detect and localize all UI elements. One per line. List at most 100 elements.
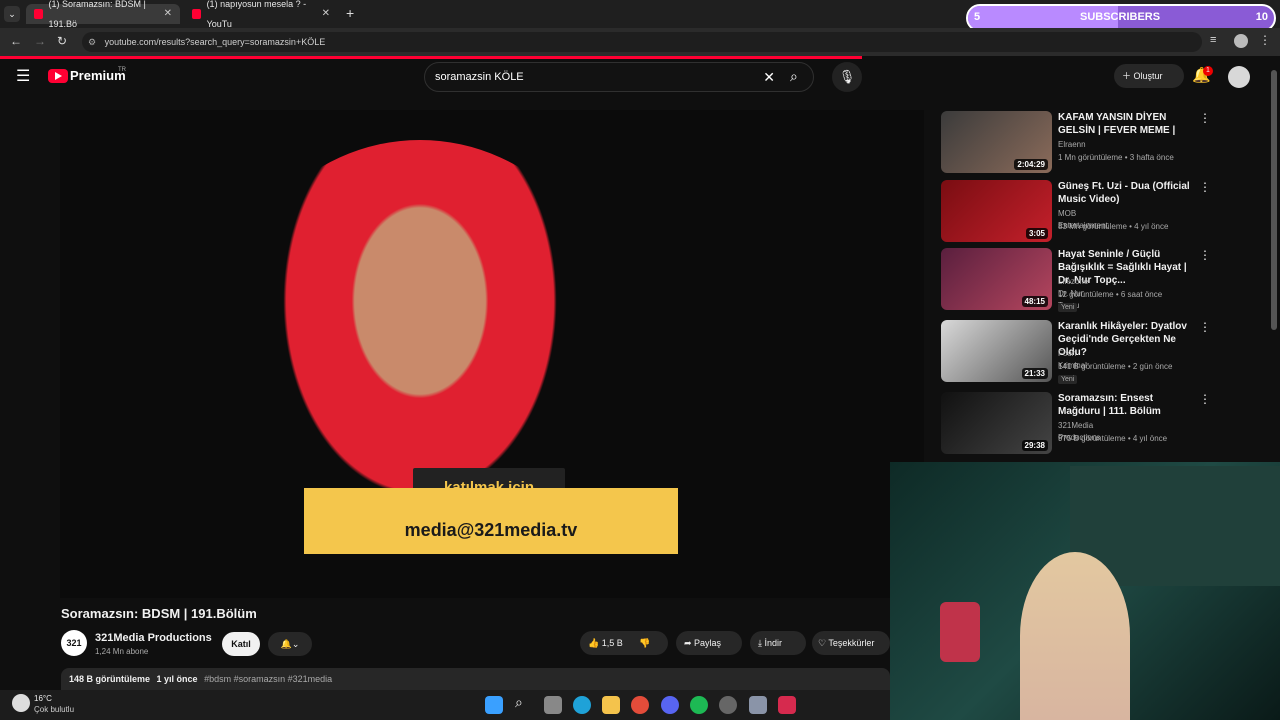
bell-icon: 🔔⌄ bbox=[280, 639, 300, 649]
video-thumbnail[interactable]: 48:15 bbox=[941, 248, 1052, 310]
file-explorer-icon[interactable] bbox=[602, 696, 620, 714]
video-thumbnail[interactable]: 29:38 bbox=[941, 392, 1052, 454]
youtube-logo-icon[interactable] bbox=[48, 69, 68, 83]
rec-title[interactable]: KAFAM YANSIN DİYEN GELSİN | FEVER MEME | bbox=[1058, 111, 1196, 137]
webcam-overlay bbox=[890, 462, 1280, 720]
region-code: TR bbox=[118, 67, 126, 73]
tab-search-button[interactable]: ⌄ bbox=[4, 6, 20, 22]
close-icon[interactable]: ✕ bbox=[164, 4, 172, 24]
duration-badge: 29:38 bbox=[1021, 440, 1048, 451]
upload-age: 1 yıl önce bbox=[156, 674, 198, 684]
download-label: İndir bbox=[764, 638, 782, 648]
duration-badge: 48:15 bbox=[1021, 296, 1048, 307]
create-button[interactable]: ＋ Oluştur bbox=[1114, 64, 1184, 88]
close-icon[interactable]: ✕ bbox=[322, 4, 330, 24]
new-tab-icon[interactable]: + bbox=[346, 5, 354, 21]
subscriber-count: 1,24 Mn abone bbox=[95, 647, 149, 656]
new-badge: Yeni bbox=[1058, 375, 1078, 384]
video-title: Soramazsın: BDSM | 191.Bölüm bbox=[61, 606, 257, 621]
profile-avatar[interactable] bbox=[1234, 34, 1248, 48]
share-icon: ➦ bbox=[684, 638, 695, 648]
app-icon[interactable] bbox=[778, 696, 796, 714]
spotify-icon[interactable] bbox=[690, 696, 708, 714]
like-button[interactable]: 👍 1,5 B bbox=[588, 638, 623, 648]
account-avatar[interactable] bbox=[1228, 66, 1250, 88]
address-bar[interactable]: ⚙ youtube.com/results?search_query=soram… bbox=[82, 32, 1202, 52]
caption-bottom: media@321media.tv bbox=[304, 488, 678, 554]
settings-icon[interactable] bbox=[749, 696, 767, 714]
like-dislike-group: 👍 1,5 B 👎 bbox=[580, 631, 668, 655]
weather-icon[interactable] bbox=[12, 694, 30, 712]
rec-meta: 975 B görüntüleme • 4 yıl önce bbox=[1058, 434, 1168, 443]
browser-tab-1[interactable]: (1) Soramazsın: BDSM | 191.Bö ✕ bbox=[26, 0, 180, 29]
video-thumbnail[interactable]: 3:05 bbox=[941, 180, 1052, 242]
back-icon[interactable]: ← bbox=[10, 34, 22, 48]
browser-tab-2[interactable]: (1) napıyosun mesela ? - YouTu ✕ bbox=[184, 0, 338, 29]
thanks-button[interactable]: ♡ Teşekkürler bbox=[812, 631, 890, 655]
hashtags[interactable]: #bdsm #soramazsın #321media bbox=[204, 674, 332, 684]
browser-menu-icon[interactable]: ⋮ bbox=[1259, 33, 1271, 47]
search-input[interactable]: soramazsin KÖLE ✕ bbox=[424, 62, 814, 92]
more-options-icon[interactable]: ⋮ bbox=[1199, 248, 1211, 262]
steam-icon[interactable] bbox=[719, 696, 737, 714]
clear-search-icon[interactable]: ✕ bbox=[763, 63, 775, 91]
site-info-icon[interactable]: ⚙ bbox=[88, 37, 96, 47]
goal-label: SUBSCRIBERS bbox=[1080, 11, 1161, 23]
channel-avatar[interactable]: 321 bbox=[61, 630, 87, 656]
goal-current: 5 bbox=[974, 11, 981, 23]
video-thumbnail[interactable]: 2:04:29 bbox=[941, 111, 1052, 173]
description-box[interactable]: 148 B görüntüleme 1 yıl önce #bdsm #sora… bbox=[61, 668, 890, 690]
microphone-icon[interactable]: 🎙 bbox=[832, 62, 862, 92]
temperature: 16°C bbox=[34, 694, 52, 703]
rec-title[interactable]: Soramazsın: Ensest Mağduru | 111. Bölüm bbox=[1058, 392, 1196, 418]
edge-icon[interactable] bbox=[573, 696, 591, 714]
thanks-icon: ♡ bbox=[818, 638, 829, 648]
page-load-bar bbox=[0, 56, 862, 59]
more-options-icon[interactable]: ⋮ bbox=[1199, 392, 1211, 406]
more-options-icon[interactable]: ⋮ bbox=[1199, 320, 1211, 334]
plus-icon: ＋ bbox=[1122, 71, 1134, 81]
new-badge: Yeni bbox=[1058, 303, 1078, 312]
video-player[interactable]: katılmak için media@321media.tv bbox=[60, 110, 924, 598]
discord-icon[interactable] bbox=[661, 696, 679, 714]
chrome-icon[interactable] bbox=[631, 696, 649, 714]
address-text: youtube.com/results?search_query=soramaz… bbox=[104, 37, 326, 47]
hamburger-menu-icon[interactable]: ☰ bbox=[16, 66, 30, 86]
rec-channel[interactable]: Elraenn bbox=[1058, 139, 1086, 151]
duration-badge: 3:05 bbox=[1025, 228, 1048, 239]
channel-name[interactable]: 321Media Productions bbox=[95, 632, 212, 644]
like-count: 1,5 B bbox=[601, 638, 623, 648]
media-control-icon[interactable]: ≡ bbox=[1210, 34, 1216, 46]
download-button[interactable]: ⤓ İndir bbox=[750, 631, 806, 655]
duration-badge: 2:04:29 bbox=[1014, 159, 1048, 170]
forward-icon[interactable]: → bbox=[34, 34, 46, 48]
video-thumbnail[interactable]: 21:33 bbox=[941, 320, 1052, 382]
rec-title[interactable]: Güneş Ft. Uzi - Dua (Official Music Vide… bbox=[1058, 180, 1196, 206]
view-count: 148 B görüntüleme bbox=[69, 674, 151, 684]
search-text: soramazsin KÖLE bbox=[435, 71, 524, 83]
thumbs-down-icon[interactable]: 👎 bbox=[639, 638, 650, 648]
reload-icon[interactable]: ↻ bbox=[57, 34, 67, 48]
rec-meta: 1 Mn görüntüleme • 3 hafta önce bbox=[1058, 153, 1174, 162]
search-icon[interactable]: ⌕ bbox=[515, 694, 523, 711]
task-view-icon[interactable] bbox=[544, 696, 562, 714]
notification-bell-button[interactable]: 🔔⌄ bbox=[268, 632, 312, 656]
more-options-icon[interactable]: ⋮ bbox=[1199, 111, 1211, 125]
more-options-icon[interactable]: ⋮ bbox=[1199, 180, 1211, 194]
share-label: Paylaş bbox=[694, 638, 722, 648]
windows-start-icon[interactable] bbox=[485, 696, 503, 714]
join-button[interactable]: Katıl bbox=[222, 632, 260, 656]
weather-text: Çok bulutlu bbox=[34, 705, 75, 714]
goal-target: 10 bbox=[1255, 11, 1268, 23]
duration-badge: 21:33 bbox=[1021, 368, 1048, 379]
thumbs-up-icon: 👍 bbox=[588, 638, 602, 648]
share-button[interactable]: ➦ Paylaş bbox=[676, 631, 742, 655]
create-label: Oluştur bbox=[1133, 71, 1163, 81]
microphone-light bbox=[940, 602, 980, 662]
search-icon[interactable]: ⌕ bbox=[790, 68, 798, 85]
rec-meta: 141 B görüntüleme • 2 gün önce bbox=[1058, 362, 1173, 371]
rec-meta: 83 Mn görüntüleme • 4 yıl önce bbox=[1058, 222, 1169, 231]
page-scrollbar[interactable] bbox=[1271, 70, 1277, 330]
thanks-label: Teşekkürler bbox=[828, 638, 875, 648]
youtube-favicon-icon bbox=[192, 9, 201, 19]
